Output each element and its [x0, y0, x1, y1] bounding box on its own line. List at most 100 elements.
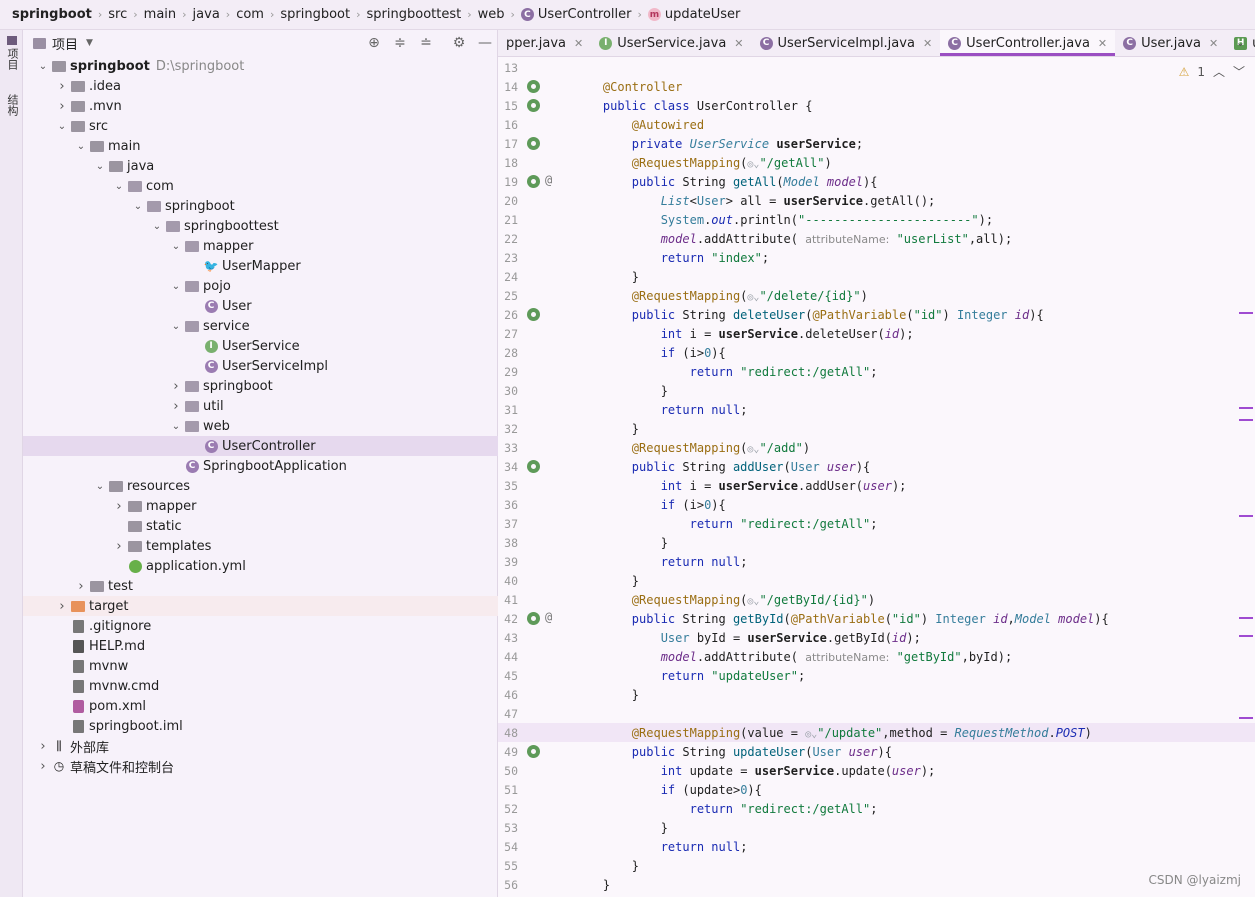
code-line[interactable]: 13 [498, 58, 1255, 77]
tree-item[interactable]: › mapper [23, 496, 498, 516]
chevron-down-icon[interactable]: ⌄ [168, 281, 184, 292]
line-number[interactable]: 55 [498, 859, 518, 873]
code-line[interactable]: 25 @RequestMapping(◎⌄"/delete/{id}") [498, 286, 1255, 305]
request-mapping-icon[interactable]: @ [545, 173, 552, 187]
tree-item[interactable]: HELP.md [23, 636, 498, 656]
spring-bean-icon[interactable] [527, 175, 540, 188]
code-line[interactable]: 26 public String deleteUser(@PathVariabl… [498, 305, 1255, 324]
line-number[interactable]: 43 [498, 631, 518, 645]
breadcrumb-item[interactable]: java [193, 7, 220, 22]
line-number[interactable]: 23 [498, 251, 518, 265]
project-tool-button[interactable]: 项目 [3, 36, 20, 70]
expand-all-icon[interactable]: ≑ [392, 35, 408, 51]
line-number[interactable]: 31 [498, 403, 518, 417]
line-number[interactable]: 17 [498, 137, 518, 151]
tree-item[interactable]: ⌄ springboot D:\springboot [23, 56, 498, 76]
line-number[interactable]: 28 [498, 346, 518, 360]
code-line[interactable]: 44 model.addAttribute( attributeName: "g… [498, 647, 1255, 666]
chevron-right-icon[interactable]: › [54, 99, 70, 114]
breadcrumb-item[interactable]: com [236, 7, 264, 22]
tree-item[interactable]: ⌄ resources [23, 476, 498, 496]
code-line[interactable]: 37 return "redirect:/getAll"; [498, 514, 1255, 533]
line-number[interactable]: 54 [498, 840, 518, 854]
tree-item[interactable]: C UserServiceImpl [23, 356, 498, 376]
scroll-marker[interactable] [1239, 312, 1253, 314]
close-icon[interactable]: ✕ [574, 37, 583, 50]
line-number[interactable]: 44 [498, 650, 518, 664]
code-line[interactable]: 24 } [498, 267, 1255, 286]
code-line[interactable]: 41 @RequestMapping(◎⌄"/getById/{id}") [498, 590, 1255, 609]
breadcrumb-item[interactable]: m updateUser [647, 7, 740, 22]
line-number[interactable]: 51 [498, 783, 518, 797]
chevron-down-icon[interactable]: ⌄ [92, 161, 108, 172]
line-number[interactable]: 40 [498, 574, 518, 588]
breadcrumb-item[interactable]: springboot [280, 7, 350, 22]
line-number[interactable]: 24 [498, 270, 518, 284]
chevron-down-icon[interactable]: ⌄ [73, 141, 89, 152]
chevron-down-icon[interactable]: ⌄ [35, 61, 51, 72]
code-line[interactable]: 40 } [498, 571, 1255, 590]
line-number[interactable]: 26 [498, 308, 518, 322]
line-number[interactable]: 35 [498, 479, 518, 493]
close-icon[interactable]: ✕ [1209, 37, 1218, 50]
tree-item[interactable]: ⌄ springboottest [23, 216, 498, 236]
code-line[interactable]: 43 User byId = userService.getById(id); [498, 628, 1255, 647]
code-line[interactable]: 32 } [498, 419, 1255, 438]
chevron-down-icon[interactable]: ⌄ [149, 221, 165, 232]
spring-bean-icon[interactable] [527, 80, 540, 93]
line-number[interactable]: 13 [498, 61, 518, 75]
spring-bean-icon[interactable] [527, 99, 540, 112]
code-line[interactable]: 42 @ public String getById(@PathVariable(… [498, 609, 1255, 628]
tree-item[interactable]: › test [23, 576, 498, 596]
code-line[interactable]: 45 return "updateUser"; [498, 666, 1255, 685]
chevron-right-icon[interactable]: › [35, 739, 51, 754]
breadcrumb-item[interactable]: springboottest [367, 7, 462, 22]
code-line[interactable]: 17 private UserService userService; [498, 134, 1255, 153]
breadcrumb-item[interactable]: web [478, 7, 505, 22]
line-number[interactable]: 45 [498, 669, 518, 683]
line-number[interactable]: 37 [498, 517, 518, 531]
line-number[interactable]: 18 [498, 156, 518, 170]
code-line[interactable]: 49 public String updateUser(User user){ [498, 742, 1255, 761]
chevron-down-icon[interactable]: ▼ [86, 38, 93, 48]
spring-bean-icon[interactable] [527, 460, 540, 473]
code-line[interactable]: 21 System.out.println("-----------------… [498, 210, 1255, 229]
tree-item[interactable]: ⌄ web [23, 416, 498, 436]
locate-icon[interactable]: ⊕ [366, 35, 382, 51]
line-number[interactable]: 38 [498, 536, 518, 550]
code-line[interactable]: 33 @RequestMapping(◎⌄"/add") [498, 438, 1255, 457]
line-number[interactable]: 32 [498, 422, 518, 436]
chevron-right-icon[interactable]: › [54, 79, 70, 94]
chevron-down-icon[interactable]: ⌄ [130, 201, 146, 212]
code-line[interactable]: 23 return "index"; [498, 248, 1255, 267]
tree-item[interactable]: C SpringbootApplication [23, 456, 498, 476]
code-line[interactable]: 29 return "redirect:/getAll"; [498, 362, 1255, 381]
line-number[interactable]: 25 [498, 289, 518, 303]
structure-tool-button[interactable]: 结构 [3, 94, 20, 116]
code-line[interactable]: 55 } [498, 856, 1255, 875]
spring-bean-icon[interactable] [527, 612, 540, 625]
tree-item[interactable]: › .mvn [23, 96, 498, 116]
code-line[interactable]: 31 return null; [498, 400, 1255, 419]
tree-item[interactable]: ⌄ src [23, 116, 498, 136]
line-number[interactable]: 20 [498, 194, 518, 208]
tree-item[interactable]: application.yml [23, 556, 498, 576]
scroll-marker[interactable] [1239, 617, 1253, 619]
chevron-down-icon[interactable]: ⌄ [92, 481, 108, 492]
tree-item[interactable]: 🐦 UserMapper [23, 256, 498, 276]
spring-bean-icon[interactable] [527, 308, 540, 321]
code-editor[interactable]: ⚠ 1 ︿ ﹀ 13 14 @Controller 15 public class … [498, 57, 1255, 897]
code-line[interactable]: 16 @Autowired [498, 115, 1255, 134]
code-line[interactable]: 35 int i = userService.addUser(user); [498, 476, 1255, 495]
code-line[interactable]: 30 } [498, 381, 1255, 400]
close-icon[interactable]: ✕ [923, 37, 932, 50]
editor-tab[interactable]: C User.java ✕ [1115, 30, 1226, 56]
line-number[interactable]: 47 [498, 707, 518, 721]
line-number[interactable]: 42 [498, 612, 518, 626]
spring-bean-icon[interactable] [527, 137, 540, 150]
collapse-all-icon[interactable]: ≐ [418, 35, 434, 51]
chevron-down-icon[interactable]: ⌄ [111, 181, 127, 192]
line-number[interactable]: 49 [498, 745, 518, 759]
chevron-down-icon[interactable]: ⌄ [168, 241, 184, 252]
tree-item[interactable]: I UserService [23, 336, 498, 356]
